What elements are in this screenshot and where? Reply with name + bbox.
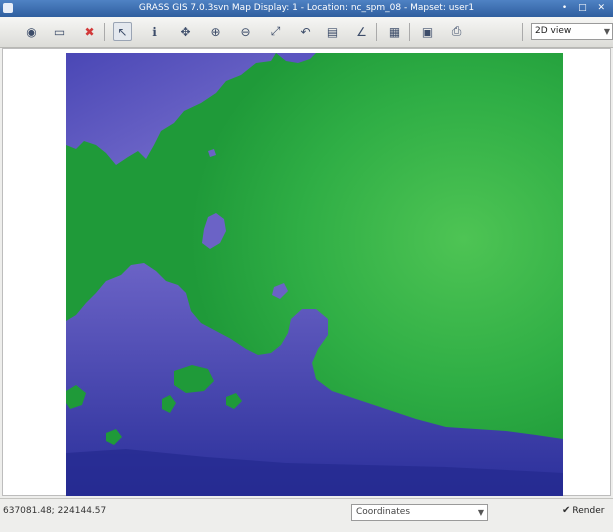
zoom-out-icon: ⊖ [240, 24, 251, 39]
render-checkbox[interactable]: ✔ Render [562, 505, 604, 516]
erase-display-icon: ✖ [84, 24, 95, 39]
display-map-icon: ◉ [26, 24, 37, 39]
render-map-icon: ▭ [53, 24, 66, 39]
render-map-button[interactable]: ▭ [50, 22, 69, 41]
pan-icon: ✥ [180, 24, 191, 39]
pointer-button[interactable]: ↖ [113, 22, 132, 41]
pointer-icon: ↖ [117, 24, 128, 39]
statusbar-mode-value: Coordinates [356, 507, 411, 517]
zoom-in-icon: ⊕ [210, 24, 221, 39]
save-image-button[interactable]: ▣ [418, 22, 437, 41]
elevation-raster [66, 53, 563, 496]
coordinates-readout: 637081.48; 224144.57 [3, 506, 107, 516]
zoom-extent-icon: ⤢ [270, 24, 281, 38]
statusbar-mode-select[interactable]: Coordinates ▼ [351, 504, 488, 521]
zoom-back-icon: ↶ [300, 24, 311, 39]
print-button[interactable]: ⎙ [447, 22, 466, 41]
zoom-back-button[interactable]: ↶ [296, 22, 315, 41]
map-canvas[interactable] [66, 53, 563, 496]
zoom-in-button[interactable]: ⊕ [206, 22, 225, 41]
toolbar-separator [104, 23, 105, 41]
print-icon: ⎙ [451, 24, 462, 38]
query-icon: ℹ [152, 24, 157, 39]
pan-button[interactable]: ✥ [176, 22, 195, 41]
display-map-button[interactable]: ◉ [22, 22, 41, 41]
zoom-extent-button[interactable]: ⤢ [266, 22, 285, 41]
analyze-icon: ∠ [356, 24, 367, 39]
chevron-down-icon: ▼ [477, 508, 484, 517]
analyze-button[interactable]: ∠ [352, 22, 371, 41]
erase-display-button[interactable]: ✖ [80, 22, 99, 41]
window-titlebar[interactable]: GRASS GIS 7.0.3svn Map Display: 1 - Loca… [0, 0, 613, 17]
map-toolbar: ◉ ▭ ✖ ↖ ℹ ✥ ⊕ ⊖ ⤢ ↶ ▤ ∠ ▦ ▣ ⎙ 2D view ▼ [0, 17, 613, 48]
render-label: Render [572, 505, 605, 516]
checkmark-icon: ✔ [562, 505, 571, 516]
toolbar-separator [522, 23, 523, 41]
query-button[interactable]: ℹ [145, 22, 164, 41]
zoom-menu-button[interactable]: ▤ [323, 22, 342, 41]
toolbar-separator [376, 23, 377, 41]
zoom-menu-icon: ▤ [326, 24, 339, 39]
chevron-down-icon: ▼ [603, 27, 610, 36]
window-title: GRASS GIS 7.0.3svn Map Display: 1 - Loca… [138, 3, 475, 13]
zoom-out-button[interactable]: ⊖ [236, 22, 255, 41]
save-image-icon: ▣ [421, 24, 434, 39]
window-controls[interactable]: • □ ✕ [562, 0, 609, 17]
overlay-icon: ▦ [388, 24, 401, 39]
overlay-button[interactable]: ▦ [385, 22, 404, 41]
view-mode-value: 2D view [535, 26, 572, 36]
statusbar: 637081.48; 224144.57 Coordinates ▼ ✔ Ren… [0, 498, 613, 532]
toolbar-separator [409, 23, 410, 41]
view-mode-select[interactable]: 2D view ▼ [531, 23, 613, 40]
